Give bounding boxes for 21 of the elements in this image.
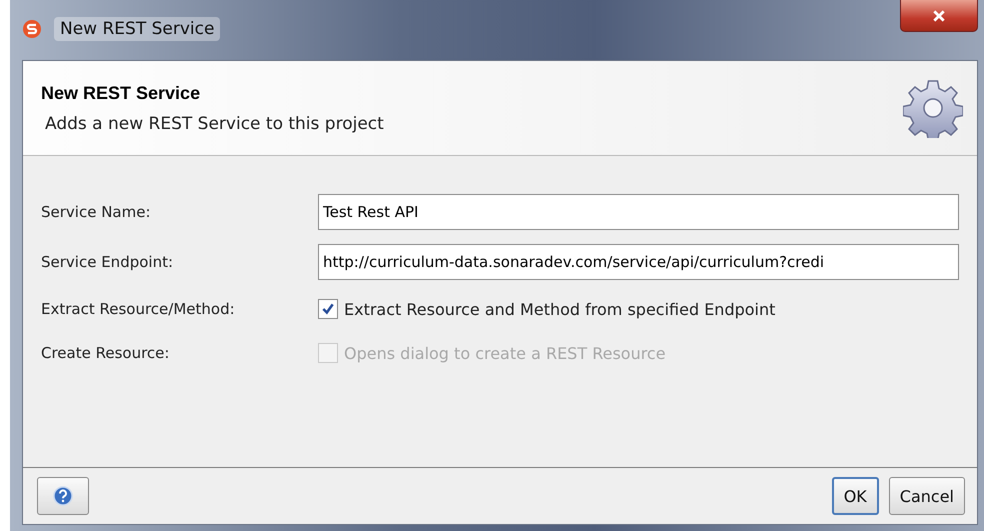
close-icon (932, 8, 946, 22)
field-label: Extract Resource/Method: (41, 300, 236, 318)
checkbox-label: Opens dialog to create a REST Resource (344, 344, 666, 362)
dialog-button[interactable]: OK (832, 477, 879, 515)
dialog-heading: New REST Service (41, 82, 202, 104)
close-button[interactable] (900, 0, 978, 32)
help-icon (53, 486, 73, 506)
field-label: Service Name: (41, 203, 152, 221)
checkmark-icon (321, 302, 335, 316)
text-field[interactable]: http://curriculum-data.sonaradev.com/service/api/curriculum?credi (318, 244, 959, 280)
text-field[interactable]: Test Rest API (318, 194, 959, 230)
checkbox[interactable] (318, 299, 338, 319)
help-button[interactable] (37, 477, 89, 515)
dialog-description: Adds a new REST Service to this project (44, 114, 385, 134)
dialog-button[interactable]: Cancel (888, 477, 965, 515)
app-logo-icon (22, 19, 42, 39)
field-label: Create Resource: (41, 344, 170, 362)
checkbox-label: Extract Resource and Method from specified Endpoint (344, 300, 776, 318)
field-label: Service Endpoint: (41, 253, 174, 271)
window-title: New REST Service (54, 17, 220, 41)
gear-icon (903, 78, 963, 138)
